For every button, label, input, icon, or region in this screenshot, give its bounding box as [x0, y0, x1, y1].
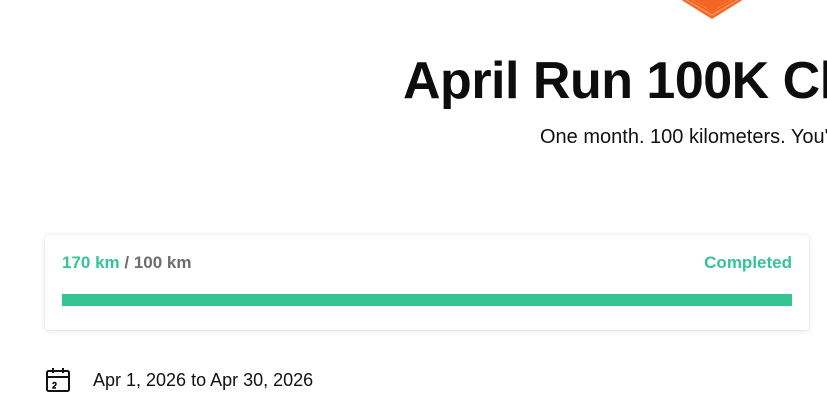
goal-distance: 100 km	[133, 253, 192, 272]
challenge-page: April Run 100K Challenge One month. 100 …	[0, 0, 827, 401]
calendar-icon	[45, 367, 71, 393]
progress-values: 170 km / 100 km	[62, 253, 192, 273]
progress-bar-fill	[62, 294, 792, 306]
challenge-date-row: Apr 1, 2026 to Apr 30, 2026	[45, 366, 313, 394]
completion-status: Completed	[704, 253, 792, 272]
challenge-date-range: Apr 1, 2026 to Apr 30, 2026	[93, 369, 314, 390]
orange-challenge-badge-icon	[672, 0, 752, 22]
challenge-subtitle-container: One month. 100 kilometers. You've got th…	[540, 124, 827, 150]
progress-summary-row: 170 km / 100 km Completed	[62, 252, 792, 274]
challenge-title: April Run 100K Challenge	[403, 52, 827, 110]
progress-separator: /	[119, 253, 134, 272]
progress-card: 170 km / 100 km Completed	[45, 235, 809, 330]
challenge-title-container: April Run 100K Challenge	[403, 50, 827, 112]
current-distance: 170 km	[62, 253, 120, 272]
progress-bar-track	[62, 294, 792, 306]
challenge-subtitle: One month. 100 kilometers. You've got th…	[540, 126, 827, 148]
